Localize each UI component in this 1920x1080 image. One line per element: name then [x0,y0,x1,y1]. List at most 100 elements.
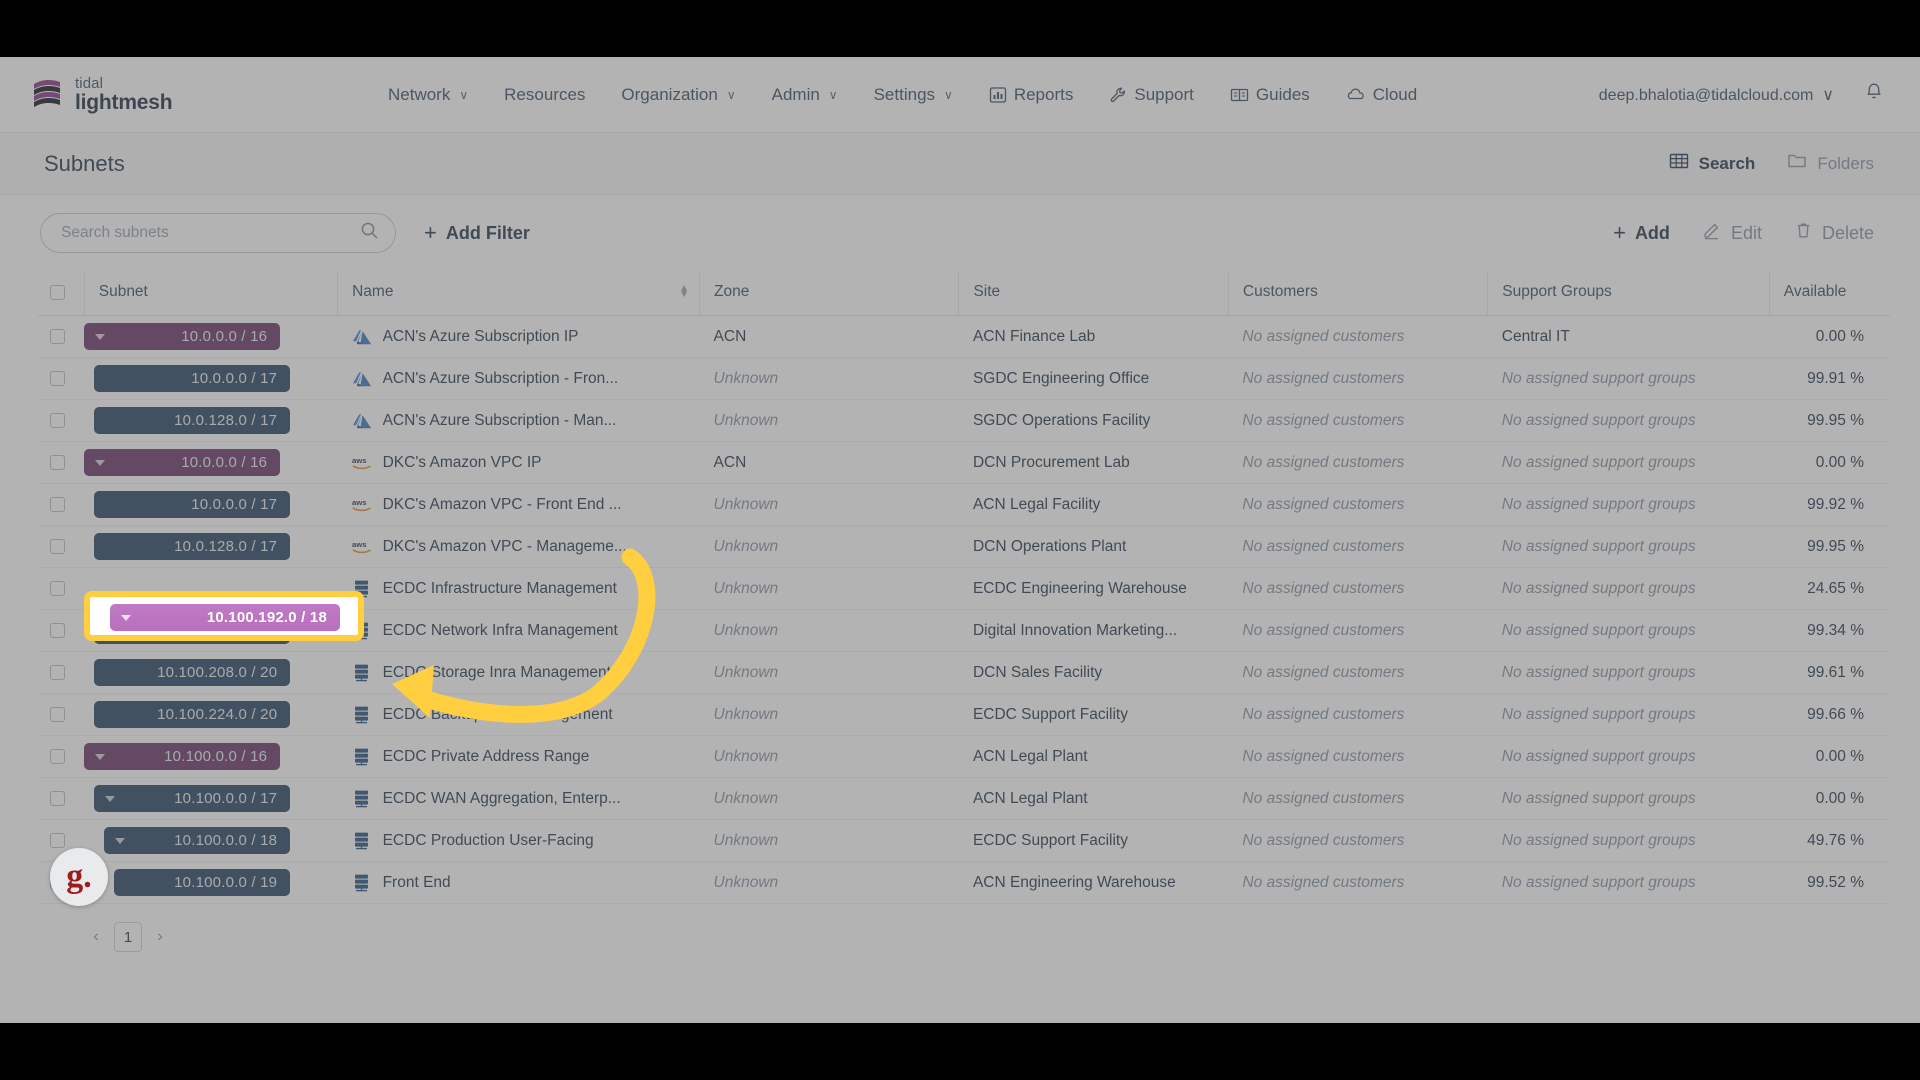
row-checkbox[interactable] [50,371,65,386]
table-row[interactable]: 10.0.128.0 / 17 aws DKC's Amazon VPC - Man… [38,525,1890,568]
table-row[interactable]: 10.0.128.0 / 17 ACN's Azure Subscription … [38,399,1890,442]
subnet-cell[interactable]: 10.100.0.0 / 19 [84,861,338,904]
subnet-badge[interactable]: 10.0.0.0 / 16 [84,323,281,350]
row-checkbox[interactable] [50,791,65,806]
row-select-cell[interactable] [38,315,85,358]
nav-item-resources[interactable]: Resources [486,77,603,113]
nav-item-guides[interactable]: Guides [1212,77,1328,113]
subnet-badge[interactable]: 10.100.224.0 / 20 [94,701,291,728]
column-header-available[interactable]: Available [1768,271,1890,316]
row-checkbox[interactable] [50,623,65,638]
subnet-cell[interactable]: 10.0.0.0 / 17 [84,483,338,526]
pagination-next-button[interactable]: › [148,924,172,950]
pagination-page-1[interactable]: 1 [114,922,142,952]
column-header-subnet[interactable]: Subnet [83,271,338,316]
subnet-cell[interactable]: 10.0.128.0 / 17 [84,525,338,568]
expand-caret-icon[interactable] [95,333,106,340]
column-header-customers[interactable]: Customers [1227,271,1488,316]
add-filter-button[interactable]: + Add Filter [424,220,530,246]
subnet-badge[interactable]: 10.100.0.0 / 16 [84,743,281,770]
table-row[interactable]: 10.100.0.0 / 18 ECDC Production User-Faci… [38,819,1890,862]
expand-caret-icon[interactable] [105,795,116,802]
table-row[interactable]: 10.100.208.0 / 20 ECDC Storage Inra Manag… [38,651,1890,694]
table-row[interactable]: 10.100.224.0 / 20 ECDC Backup Infra Manag… [38,693,1890,736]
row-select-cell[interactable] [38,651,85,694]
row-select-cell[interactable] [38,693,85,736]
subnet-badge[interactable]: 10.0.0.0 / 17 [94,491,291,518]
table-row[interactable]: 10.0.0.0 / 17 ACN's Azure Subscription - … [38,357,1890,400]
search-icon[interactable] [360,221,379,245]
subnet-badge[interactable]: 10.100.0.0 / 18 [104,827,291,854]
table-row[interactable]: 10.100.0.0 / 16 ECDC Private Address Rang… [38,735,1890,778]
column-header-site[interactable]: Site [958,271,1229,316]
delete-button[interactable]: Delete [1778,215,1890,251]
row-select-cell[interactable] [38,609,85,652]
row-checkbox[interactable] [50,581,65,596]
row-select-cell[interactable] [38,399,85,442]
subnet-badge[interactable]: 10.0.0.0 / 17 [94,365,291,392]
subnet-badge[interactable]: 10.100.0.0 / 19 [114,869,291,896]
user-account-menu[interactable]: deep.bhalotia@tidalcloud.com ∨ [1585,77,1840,113]
expand-caret-icon[interactable] [95,753,106,760]
search-view-button[interactable]: Search [1653,144,1772,183]
column-header-support-groups[interactable]: Support Groups [1487,271,1770,316]
subnet-cell[interactable]: 10.100.0.0 / 18 [84,819,338,862]
nav-item-support[interactable]: Support [1091,77,1212,113]
nav-item-admin[interactable]: Admin ∨ [754,77,856,113]
expand-caret-icon[interactable] [121,614,131,621]
row-select-cell[interactable] [38,567,85,610]
search-input[interactable] [61,224,360,242]
expand-caret-icon[interactable] [95,459,106,466]
row-checkbox[interactable] [50,413,65,428]
row-select-cell[interactable] [38,357,85,400]
table-row[interactable]: 10.0.0.0 / 16 aws DKC's Amazon VPC IP ACN DC… [38,441,1890,484]
subnet-badge[interactable]: 10.0.128.0 / 17 [94,407,291,434]
highlighted-subnet-badge[interactable]: 10.100.192.0 / 18 [110,604,340,631]
row-select-cell[interactable] [38,525,85,568]
sort-toggle-icon[interactable]: ▲ ▼ [679,284,689,300]
subnet-badge[interactable]: 10.0.128.0 / 17 [94,533,291,560]
subnet-cell[interactable]: 10.100.208.0 / 20 [84,651,338,694]
subnet-cell[interactable]: 10.0.0.0 / 16 [84,315,338,358]
row-select-cell[interactable] [38,777,85,820]
column-header-zone[interactable]: Zone [699,271,959,316]
nav-item-cloud[interactable]: Cloud [1328,77,1435,113]
row-checkbox[interactable] [50,329,65,344]
folders-button[interactable]: Folders [1771,144,1890,183]
subnet-cell[interactable]: 10.100.0.0 / 17 [84,777,338,820]
table-row[interactable]: 10.100.0.0 / 17 ECDC WAN Aggregation, Ent… [38,777,1890,820]
row-checkbox[interactable] [50,707,65,722]
subnet-cell[interactable]: 10.100.224.0 / 20 [84,693,338,736]
nav-item-reports[interactable]: Reports [971,77,1092,113]
select-all-checkbox[interactable] [50,284,65,300]
row-checkbox[interactable] [50,455,65,470]
subnet-badge[interactable]: 10.0.0.0 / 16 [84,449,281,476]
table-row[interactable]: 10.0.0.0 / 17 aws DKC's Amazon VPC - Front… [38,483,1890,526]
pagination-prev-button[interactable]: ‹ [84,924,108,950]
brand-logo-group[interactable]: tidal lightmesh [30,75,370,113]
row-checkbox[interactable] [50,833,65,848]
column-header-name[interactable]: Name ▲ ▼ [337,271,700,316]
subnet-badge[interactable]: 10.100.0.0 / 17 [94,785,291,812]
nav-item-settings[interactable]: Settings ∨ [856,77,971,113]
subnet-cell[interactable]: 10.0.0.0 / 17 [84,357,338,400]
nav-item-organization[interactable]: Organization ∨ [603,77,753,113]
expand-caret-icon[interactable] [115,837,126,844]
row-select-cell[interactable] [38,441,85,484]
subnet-cell[interactable]: 10.100.0.0 / 16 [84,735,338,778]
table-row[interactable]: 10.100.0.0 / 19 Front End Unknown ACN Engin… [38,861,1890,904]
subnet-badge[interactable]: 10.100.208.0 / 20 [94,659,291,686]
subnet-cell[interactable]: 10.0.128.0 / 17 [84,399,338,442]
row-checkbox[interactable] [50,539,65,554]
notifications-bell-icon[interactable] [1840,76,1894,114]
subnet-cell[interactable]: 10.0.0.0 / 16 [84,441,338,484]
search-subnets-box[interactable] [40,213,396,253]
row-select-cell[interactable] [38,735,85,778]
row-checkbox[interactable] [50,749,65,764]
row-checkbox[interactable] [50,665,65,680]
add-button[interactable]: + Add [1597,214,1686,252]
edit-button[interactable]: Edit [1686,215,1778,251]
select-all-header[interactable] [38,271,85,316]
row-checkbox[interactable] [50,497,65,512]
nav-item-network[interactable]: Network ∨ [370,77,486,113]
